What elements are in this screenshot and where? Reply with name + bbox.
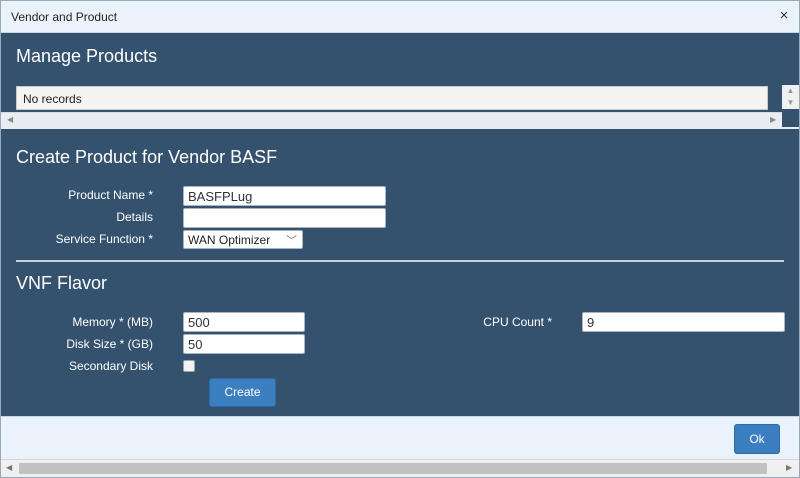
- scroll-right-icon[interactable]: ▶: [786, 463, 792, 472]
- scroll-up-icon[interactable]: ▲: [786, 86, 795, 96]
- manage-products-heading: Manage Products: [16, 46, 158, 66]
- dialog-titlebar: Vendor and Product ×: [1, 1, 799, 33]
- details-input[interactable]: [183, 208, 386, 228]
- scroll-down-icon[interactable]: ▼: [786, 98, 795, 108]
- section-divider: [16, 260, 784, 262]
- scroll-right-icon[interactable]: ▶: [770, 115, 776, 124]
- memory-input[interactable]: [183, 312, 305, 332]
- memory-label: Memory * (MB): [72, 315, 153, 329]
- grid-empty-message: No records: [23, 92, 82, 106]
- create-button[interactable]: Create: [209, 378, 276, 407]
- service-function-select[interactable]: WAN Optimizer ﹀: [183, 230, 303, 249]
- dialog-title: Vendor and Product: [11, 10, 118, 24]
- disk-size-input[interactable]: [183, 334, 305, 354]
- products-grid: No records: [16, 86, 768, 110]
- vnf-flavor-heading: VNF Flavor: [16, 273, 108, 293]
- vendor-product-dialog: Vendor and Product × Manage Products No …: [0, 0, 800, 478]
- disk-size-label: Disk Size * (GB): [66, 337, 153, 351]
- scroll-left-icon[interactable]: ◀: [7, 115, 13, 124]
- dialog-footer: Ok: [1, 416, 799, 459]
- product-name-input[interactable]: [183, 186, 386, 206]
- ok-button[interactable]: Ok: [734, 424, 780, 454]
- cpu-count-label: CPU Count *: [483, 315, 552, 329]
- scroll-left-icon[interactable]: ◀: [6, 463, 12, 472]
- details-label: Details: [116, 210, 153, 224]
- scrollbar-thumb[interactable]: [19, 463, 767, 474]
- close-icon[interactable]: ×: [777, 8, 791, 23]
- dialog-horizontal-scrollbar[interactable]: ◀ ▶: [1, 459, 799, 477]
- scrollbar-corner: [782, 109, 799, 127]
- product-name-label: Product Name *: [68, 188, 153, 202]
- grid-scroll-band: [1, 127, 799, 129]
- chevron-down-icon: ﹀: [286, 235, 297, 247]
- secondary-disk-checkbox[interactable]: [183, 360, 195, 372]
- secondary-disk-label: Secondary Disk: [68, 359, 153, 373]
- service-function-label: Service Function *: [55, 232, 153, 246]
- grid-horizontal-scrollbar[interactable]: ◀ ▶: [1, 112, 782, 127]
- create-product-heading: Create Product for Vendor BASF: [16, 147, 278, 167]
- main-panel: Manage Products No records ▲ ▼ ◀ ▶ Creat…: [1, 33, 799, 416]
- grid-vertical-scrollbar[interactable]: ▲ ▼: [782, 85, 799, 109]
- cpu-count-input[interactable]: [582, 312, 785, 332]
- service-function-value: WAN Optimizer: [188, 233, 271, 247]
